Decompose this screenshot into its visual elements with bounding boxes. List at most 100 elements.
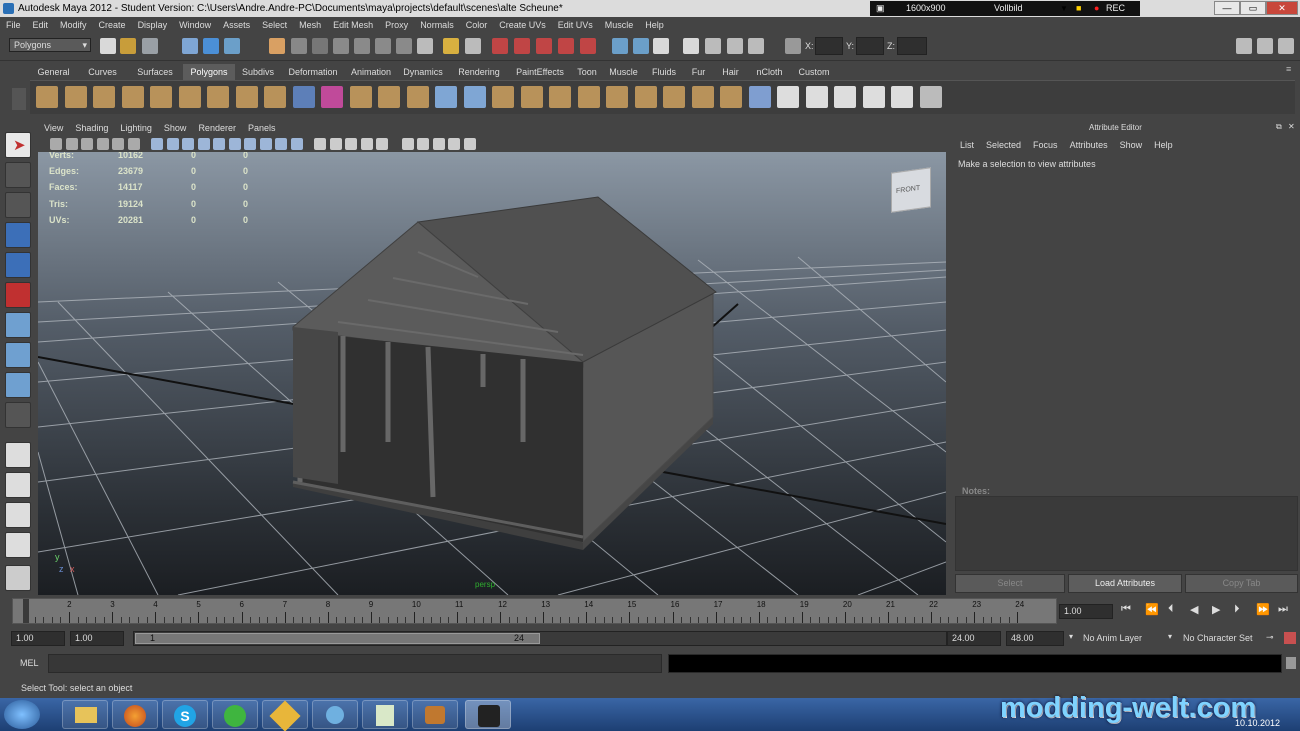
explorer-taskbar-icon[interactable] (62, 700, 108, 729)
shelf-tab-surfaces[interactable]: Surfaces (128, 64, 182, 80)
current-time-field[interactable]: 1.00 (1059, 604, 1113, 619)
viewport-toolbar-icon[interactable] (290, 138, 303, 150)
shelf-tool-icon[interactable] (862, 86, 885, 108)
preferences-icon[interactable] (1284, 632, 1296, 644)
menu-mesh[interactable]: Mesh (293, 17, 327, 34)
shelf-tool-icon[interactable] (891, 86, 913, 108)
shelf-tool-icon[interactable] (378, 86, 400, 108)
shelf-tool-icon[interactable] (720, 86, 742, 108)
menu-help[interactable]: Help (639, 17, 670, 34)
shelf-tool-icon[interactable] (834, 86, 856, 108)
shelf-tool-icon[interactable] (520, 86, 543, 108)
shelf-tool-icon[interactable] (264, 86, 286, 108)
shelf-tab-dynamics[interactable]: Dynamics (397, 64, 449, 80)
menu-muscle[interactable]: Muscle (599, 17, 640, 34)
output-ops-icon[interactable] (514, 38, 530, 54)
viewport-toolbar-icon[interactable] (96, 138, 109, 150)
select-joint-icon[interactable] (291, 38, 307, 54)
attr-menu-focus[interactable]: Focus (1027, 140, 1064, 150)
shelf-tab-muscle[interactable]: Muscle (603, 64, 644, 80)
render-frame-icon[interactable] (558, 38, 574, 54)
perspective-viewport[interactable]: Verts: 10162 0 0 Edges: 23679 0 0 Faces: 14117 0 0 T… (38, 152, 946, 595)
time-slider[interactable]: 123456789101112131415161718192021222324 (12, 598, 1057, 624)
maya-taskbar-icon[interactable] (465, 700, 511, 729)
go-to-start-icon[interactable]: ⏮ (1121, 603, 1131, 616)
move-tool-icon[interactable] (5, 222, 31, 248)
shelf-tool-icon[interactable] (549, 86, 571, 108)
viewport-menu-show[interactable]: Show (158, 120, 193, 137)
shelf-tool-icon[interactable] (777, 86, 799, 108)
shelf-options-icon[interactable]: ≡ (1286, 64, 1296, 74)
shelf-tool-icon[interactable] (805, 86, 828, 108)
range-slider-handle[interactable]: 1 24 (135, 633, 540, 644)
scale-tool-icon[interactable] (5, 282, 31, 308)
shelf-tool-icon[interactable] (207, 86, 229, 108)
x-input[interactable] (815, 37, 843, 55)
viewport-toolbar-icon[interactable] (432, 138, 445, 150)
shelf-tool-icon[interactable] (663, 86, 685, 108)
snap-plane-icon[interactable] (396, 38, 412, 54)
firefox-taskbar-icon[interactable] (112, 700, 158, 729)
shelf-tool-icon[interactable] (577, 86, 600, 108)
shelf-tool-icon[interactable] (321, 86, 343, 108)
menu-create[interactable]: Create (93, 17, 132, 34)
shelf-tool-icon[interactable] (492, 86, 514, 108)
viewport-toolbar-icon[interactable] (259, 138, 272, 150)
recorder-mode[interactable]: Vollbild (994, 1, 1023, 16)
shelf-tool-icon[interactable] (634, 86, 657, 108)
chevron-down-icon[interactable]: ▾ (1069, 632, 1073, 641)
scale-icon[interactable] (748, 38, 764, 54)
menu-edit-uvs[interactable]: Edit UVs (552, 17, 599, 34)
shelf-tool-icon[interactable] (606, 86, 628, 108)
icq-taskbar-icon[interactable] (212, 700, 258, 729)
viewport-toolbar-icon[interactable] (197, 138, 210, 150)
question-icon[interactable] (417, 38, 433, 54)
viewport-toolbar-icon[interactable] (151, 138, 163, 150)
notes-textarea[interactable] (955, 496, 1298, 571)
close-button[interactable]: ✕ (1266, 1, 1298, 15)
paint-select-tool-icon[interactable] (5, 192, 31, 218)
character-set-dropdown[interactable]: No Character Set (1183, 633, 1253, 643)
menu-window[interactable]: Window (173, 17, 217, 34)
shelf-tab-toon[interactable]: Toon (572, 64, 602, 80)
anim-layer-dropdown[interactable]: No Anim Layer (1083, 633, 1142, 643)
menu-select[interactable]: Select (256, 17, 293, 34)
windows-start-icon[interactable] (4, 700, 40, 729)
command-input[interactable] (48, 654, 662, 673)
menu-modify[interactable]: Modify (54, 17, 93, 34)
viewport-menu-lighting[interactable]: Lighting (114, 120, 158, 137)
float-panel-icon[interactable]: ⧉ (1276, 122, 1282, 132)
end-time-field[interactable]: 48.00 (1006, 631, 1064, 646)
step-forward-key-icon[interactable]: ⏩ (1256, 603, 1270, 616)
shelf-tab-painteffects[interactable]: PaintEffects (509, 64, 571, 80)
select-tool-icon[interactable]: ➤ (5, 132, 31, 158)
viewport-toolbar-icon[interactable] (166, 138, 179, 150)
viewport-toolbar-icon[interactable] (345, 138, 357, 150)
shelf-tool-icon[interactable] (150, 86, 172, 108)
viewport-menu-shading[interactable]: Shading (69, 120, 114, 137)
shelf-tab-polygons[interactable]: Polygons (183, 64, 235, 80)
load-attributes-button[interactable]: Load Attributes (1068, 574, 1182, 593)
single-view-layout-icon[interactable] (5, 442, 31, 468)
save-scene-icon[interactable] (142, 38, 158, 54)
viewport-menu-view[interactable]: View (38, 120, 69, 137)
shelf-tool-icon[interactable] (748, 86, 771, 108)
y-input[interactable] (856, 37, 884, 55)
channel-icon[interactable] (705, 38, 721, 54)
go-to-end-icon[interactable]: ⏭ (1278, 603, 1288, 616)
shelf-tool-icon[interactable] (235, 86, 258, 108)
viewcube[interactable]: FRONT (891, 167, 931, 213)
chevron-down-icon[interactable]: ▾ (1168, 632, 1172, 641)
select-handle-icon[interactable] (269, 38, 285, 54)
viewport-toolbar-icon[interactable] (376, 138, 388, 150)
menu-normals[interactable]: Normals (414, 17, 460, 34)
step-back-key-icon[interactable]: ⏪ (1145, 603, 1159, 616)
shelf-tab-general[interactable]: General (30, 64, 77, 80)
select-button[interactable]: Select (955, 574, 1065, 593)
rotate-tool-icon[interactable] (5, 252, 31, 278)
shelf-tab-rendering[interactable]: Rendering (450, 64, 508, 80)
viewport-toolbar-icon[interactable] (50, 138, 62, 150)
skype-taskbar-icon[interactable]: S (162, 700, 208, 729)
play-back-icon[interactable]: ◀ (1190, 603, 1198, 616)
magnet-icon[interactable] (443, 38, 459, 54)
